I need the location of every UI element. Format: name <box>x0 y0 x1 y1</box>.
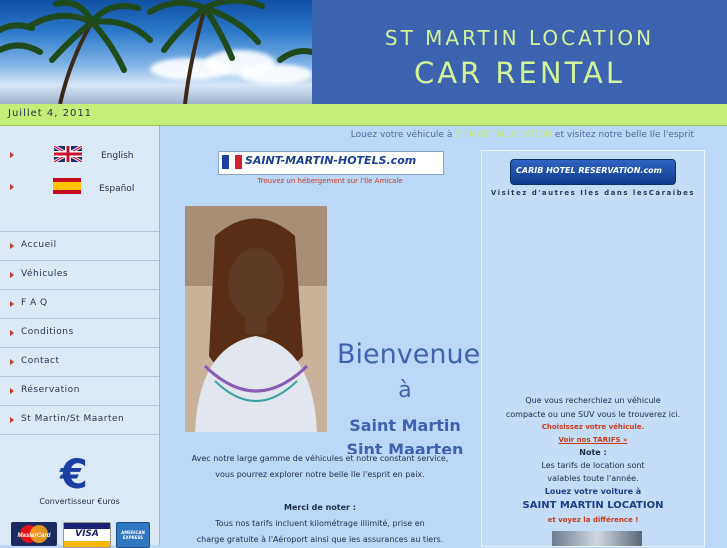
tagline: Louez votre véhicule à ST MARTIN LOCATIO… <box>160 130 694 140</box>
arrow-right-icon <box>10 388 14 394</box>
welcome-sint-maarten: Sint Maarten <box>346 440 464 454</box>
welcome-a: à <box>398 378 412 403</box>
current-date: Juillet 4, 2011 <box>8 108 93 119</box>
visa-logo: VISA <box>63 522 111 548</box>
intro-line: vous pourrez explorer notre belle Ile l'… <box>215 470 425 479</box>
palm-trees-photo <box>0 0 312 104</box>
brand-subtitle: CAR RENTAL <box>413 56 626 90</box>
nav-label: Accueil <box>21 240 57 250</box>
difference-text: et voyez la différence ! <box>547 516 639 524</box>
search-text: Que vous recherchiez un véhicule <box>525 396 661 405</box>
banner-text: SAINT-MARTIN-HOTELS.com <box>245 154 417 167</box>
mastercard-logo: MasterCard <box>11 522 57 546</box>
carib-banner-text: CARIB HOTEL RESERVATION.com <box>516 166 663 175</box>
arrow-right-icon <box>10 417 14 423</box>
lang-spanish-link[interactable]: Español <box>0 178 159 200</box>
nav-accueil[interactable]: Accueil <box>0 232 159 261</box>
welcome-heading: Bienvenue <box>337 339 481 370</box>
note-text: Les tarifs de location sont <box>541 461 645 470</box>
visa-text: VISA <box>75 529 99 539</box>
note-text: valables toute l'année. <box>547 474 639 483</box>
arrow-right-icon <box>10 152 14 158</box>
brand-title: ST MARTIN LOCATION <box>384 26 655 50</box>
site-header: ST MARTIN LOCATION CAR RENTAL <box>0 0 727 104</box>
arrow-right-icon <box>10 243 14 249</box>
note-line: charge gratuite à l'Aéroport ainsi que l… <box>196 535 444 544</box>
spain-flag-icon <box>53 178 81 194</box>
amex-logo: AMERICAN EXPRESS <box>116 522 150 548</box>
hostess-photo <box>185 206 327 432</box>
nav-st-martin[interactable]: St Martin/St Maarten <box>0 406 159 435</box>
euro-converter-label[interactable]: Convertisseur €uros <box>0 497 159 506</box>
palm-silhouette <box>0 0 312 104</box>
nav-vehicules[interactable]: Véhicules <box>0 261 159 290</box>
arrow-right-icon <box>10 301 14 307</box>
lang-english-label: English <box>101 151 134 161</box>
nav-label: Véhicules <box>21 269 69 279</box>
note-title: Merci de noter : <box>284 503 356 512</box>
lang-spanish-label: Español <box>99 184 135 194</box>
euro-converter-icon[interactable]: € <box>60 455 88 495</box>
nav-faq[interactable]: F A Q <box>0 290 159 319</box>
hotels-caption[interactable]: Trouvez un hébergement sur l'Ile Amicale <box>218 177 442 185</box>
brand-text: SAINT MARTIN LOCATION <box>522 500 664 511</box>
lang-english-link[interactable]: English <box>0 146 159 168</box>
nav-reservation[interactable]: Réservation <box>0 377 159 406</box>
arrow-right-icon <box>10 359 14 365</box>
date-strip: Juillet 4, 2011 <box>0 104 727 126</box>
nav-contact[interactable]: Contact <box>0 348 159 377</box>
nav-conditions[interactable]: Conditions <box>0 319 159 348</box>
portrait-illustration <box>185 206 327 432</box>
note-heading: Note : <box>579 448 607 457</box>
note-line: Tous nos tarifs incluent kilométrage ill… <box>215 519 425 528</box>
carib-hotel-reservation-banner[interactable]: CARIB HOTEL RESERVATION.com <box>510 159 676 185</box>
france-flag-icon <box>222 155 242 169</box>
tagline-post: et visitez notre belle Ile l'esprit <box>552 130 694 140</box>
welcome-saint-martin: Saint Martin <box>349 416 461 435</box>
arrow-right-icon <box>10 272 14 278</box>
arrow-right-icon <box>10 330 14 336</box>
intro-line: Avec notre large gamme de véhicules et n… <box>191 454 449 463</box>
nav-label: F A Q <box>21 298 48 308</box>
nav-label: Conditions <box>21 327 74 337</box>
search-text: compacte ou une SUV vous le trouverez ic… <box>505 410 681 419</box>
tagline-pre: Louez votre véhicule à <box>350 130 456 140</box>
choose-vehicle: Choisissez votre véhicule. <box>541 423 645 431</box>
nav-label: St Martin/St Maarten <box>21 414 125 424</box>
uk-flag-icon <box>54 146 82 162</box>
arrow-right-icon <box>10 184 14 190</box>
rent-text: Louez votre voiture à <box>544 487 642 496</box>
amex-text: AMERICAN EXPRESS <box>121 530 145 540</box>
tariffs-link[interactable]: Voir nos TARIFS » <box>482 436 704 444</box>
right-panel: CARIB HOTEL RESERVATION.com Visitez d'au… <box>481 150 705 547</box>
saint-martin-hotels-banner[interactable]: SAINT-MARTIN-HOTELS.com <box>218 151 444 175</box>
tagline-highlight[interactable]: ST MARTIN LOCATION <box>455 130 552 140</box>
car-photo <box>552 531 642 546</box>
carib-caption[interactable]: Visitez d'autres Iles dans lesCaraibes <box>482 189 704 197</box>
mastercard-text: MasterCard <box>17 533 50 539</box>
nav-label: Réservation <box>21 385 80 395</box>
nav-label: Contact <box>21 356 60 366</box>
